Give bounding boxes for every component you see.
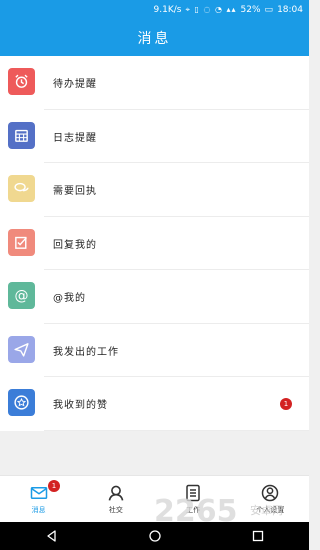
alarm-clock-icon: [8, 68, 35, 95]
list-item-mentions[interactable]: @ @我的: [0, 270, 309, 324]
list-item-work-sent[interactable]: 我发出的工作: [0, 324, 309, 377]
tab-label: 消息: [31, 506, 46, 514]
list-item-label: @我的: [53, 293, 86, 305]
tab-personal-settings[interactable]: 个人设置: [232, 476, 309, 522]
list-item-label: 回复我的: [53, 239, 97, 251]
tab-social[interactable]: 社交: [77, 476, 154, 522]
list-item-label: 我收到的赞: [53, 400, 108, 412]
tab-label: 社交: [108, 506, 123, 514]
people-icon: [106, 484, 126, 502]
clock: 18:04: [277, 4, 303, 15]
edit-check-icon: [8, 228, 35, 256]
battery-level: 52%: [240, 4, 261, 15]
list-item-likes-received[interactable]: 我收到的赞 1: [0, 377, 309, 431]
tab-work[interactable]: 工作: [155, 476, 232, 522]
back-button[interactable]: [42, 526, 62, 546]
battery-icon: ▭: [264, 4, 274, 15]
list-item-label: 需要回执: [53, 186, 97, 198]
unread-badge: 1: [48, 480, 60, 492]
network-speed: 9.1K/s: [153, 4, 182, 15]
page-title: 消息: [137, 30, 172, 47]
calendar-icon: [8, 121, 35, 149]
list-item-replies-to-me[interactable]: 回复我的: [0, 217, 309, 270]
home-button[interactable]: [145, 526, 165, 546]
status-bar: 9.1K/s ⌖ ▯ ◌ ◔ ▴▴ 52% ▭ 18:04: [0, 0, 309, 19]
message-category-list: 待办提醒 日志提醒 需要回执 回复我的 @ @我的 我发出的工作 我收到的赞 1: [0, 56, 309, 431]
list-item-todo-reminder[interactable]: 待办提醒: [0, 56, 309, 110]
recents-button[interactable]: [248, 526, 268, 546]
paper-plane-icon: [8, 335, 35, 363]
list-item-label: 日志提醒: [53, 132, 97, 144]
list-item-label: 我发出的工作: [53, 346, 119, 358]
divider: [44, 429, 309, 431]
title-bar: 消息: [0, 19, 309, 56]
tab-label: 工作: [186, 506, 201, 514]
bottom-tab-bar: 消息 1 社交 工作 个人设置: [0, 475, 309, 522]
tab-messages[interactable]: 消息 1: [0, 476, 77, 522]
unread-badge: 1: [280, 398, 292, 410]
chat-bubbles-icon: [8, 175, 35, 202]
status-icons: ⌖ ▯ ◌ ◔ ▴▴: [185, 4, 237, 14]
tab-label: 个人设置: [256, 506, 285, 514]
star-badge-icon: [8, 389, 35, 416]
list-item-receipt-required[interactable]: 需要回执: [0, 163, 309, 217]
envelope-icon: [29, 484, 49, 502]
document-list-icon: [183, 484, 203, 502]
list-item-log-reminder[interactable]: 日志提醒: [0, 110, 309, 163]
system-navigation-bar: [0, 522, 309, 550]
at-sign-icon: @: [8, 282, 35, 309]
user-profile-icon: [260, 484, 280, 502]
list-item-label: 待办提醒: [53, 79, 97, 91]
